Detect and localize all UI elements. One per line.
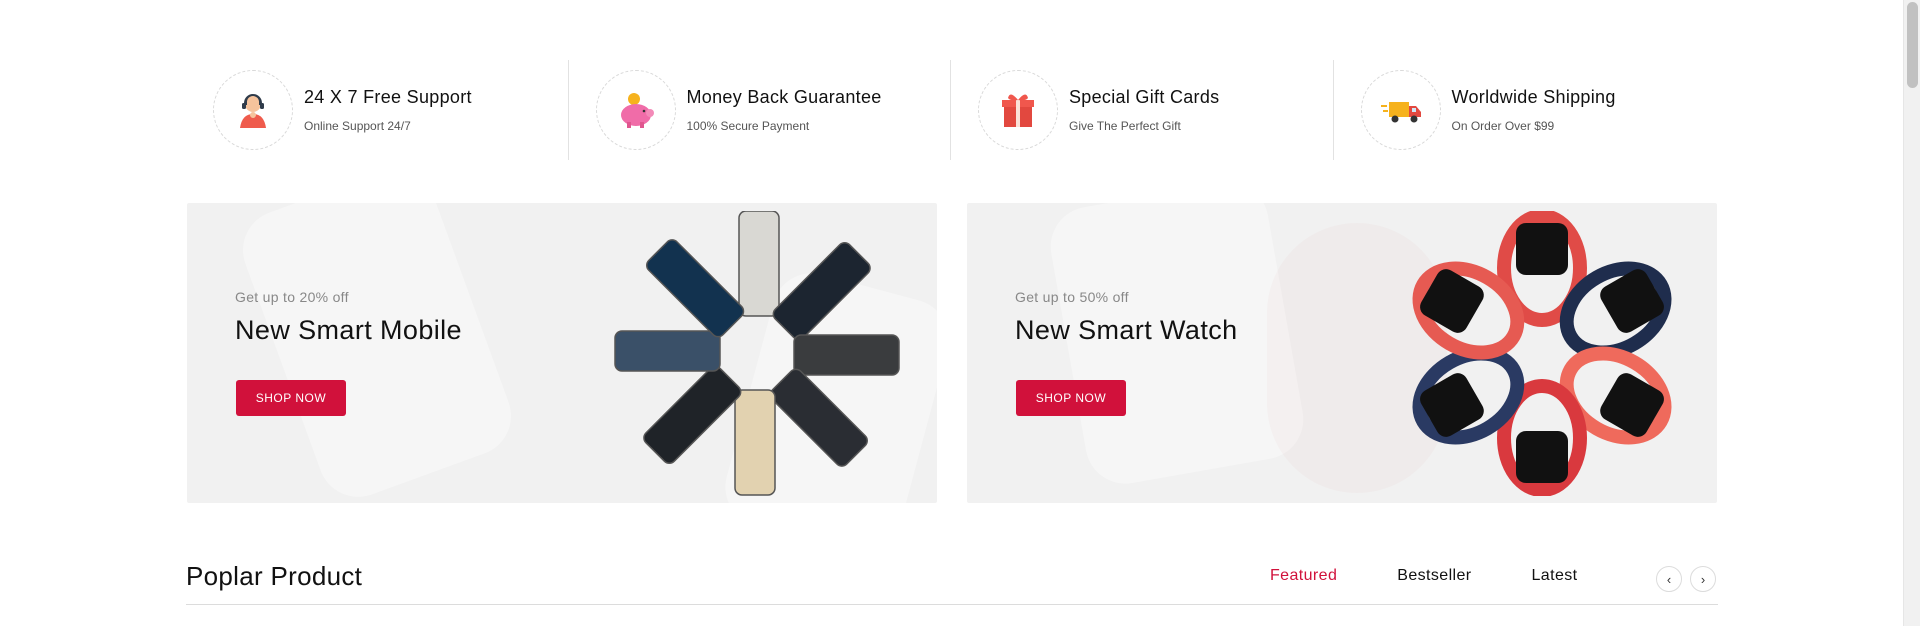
gift-box-icon: [978, 70, 1058, 150]
piggy-bank-icon: [595, 70, 676, 150]
promo-banner-mobile[interactable]: Get up to 20% off New Smart Mobile SHOP …: [187, 203, 937, 503]
service-features: 24 X 7 Free Support Online Support 24/7 …: [186, 60, 1716, 160]
feature-title: 24 X 7 Free Support: [304, 87, 472, 107]
feature-title: Worldwide Shipping: [1451, 87, 1616, 107]
section-title: Poplar Product: [186, 561, 363, 591]
tab-bestseller[interactable]: Bestseller: [1397, 567, 1471, 585]
banner-offer-text: Get up to 50% off: [1015, 289, 1129, 305]
feature-gift-cards: Special Gift Cards Give The Perfect Gift: [951, 60, 1334, 160]
smartwatches-image: [1402, 209, 1682, 501]
tab-latest[interactable]: Latest: [1532, 567, 1578, 585]
product-tabs: Featured Bestseller Latest: [1270, 567, 1638, 585]
shop-now-button[interactable]: SHOP NOW: [236, 380, 346, 416]
feature-money-back: Money Back Guarantee 100% Secure Payment: [569, 60, 951, 160]
banner-title: New Smart Watch: [1015, 315, 1238, 345]
page-scrollbar[interactable]: [1903, 0, 1920, 626]
feature-subtitle: Online Support 24/7: [304, 119, 411, 133]
feature-title: Special Gift Cards: [1069, 87, 1220, 107]
feature-subtitle: Give The Perfect Gift: [1069, 119, 1181, 133]
promo-banner-watch[interactable]: Get up to 50% off New Smart Watch SHOP N…: [967, 203, 1717, 503]
delivery-truck-icon: [1360, 70, 1441, 150]
support-agent-icon: [213, 70, 293, 150]
feature-subtitle: On Order Over $99: [1451, 119, 1555, 133]
shop-now-button[interactable]: SHOP NOW: [1016, 380, 1126, 416]
feature-support: 24 X 7 Free Support Online Support 24/7: [186, 60, 569, 160]
tab-featured[interactable]: Featured: [1270, 567, 1337, 585]
carousel-next-button[interactable]: ›: [1690, 566, 1716, 592]
carousel-prev-button[interactable]: ‹: [1656, 566, 1682, 592]
chevron-left-icon: ‹: [1666, 571, 1672, 587]
chevron-right-icon: ›: [1700, 571, 1706, 587]
feature-title: Money Back Guarantee: [686, 87, 882, 107]
banner-background-shape: [231, 203, 523, 503]
feature-shipping: Worldwide Shipping On Order Over $99: [1334, 60, 1716, 160]
smartphones-image: [612, 210, 902, 501]
feature-subtitle: 100% Secure Payment: [686, 119, 810, 133]
banner-offer-text: Get up to 20% off: [235, 289, 349, 305]
section-divider: [186, 604, 1718, 605]
banner-title: New Smart Mobile: [235, 315, 462, 345]
scrollbar-thumb[interactable]: [1907, 2, 1918, 88]
